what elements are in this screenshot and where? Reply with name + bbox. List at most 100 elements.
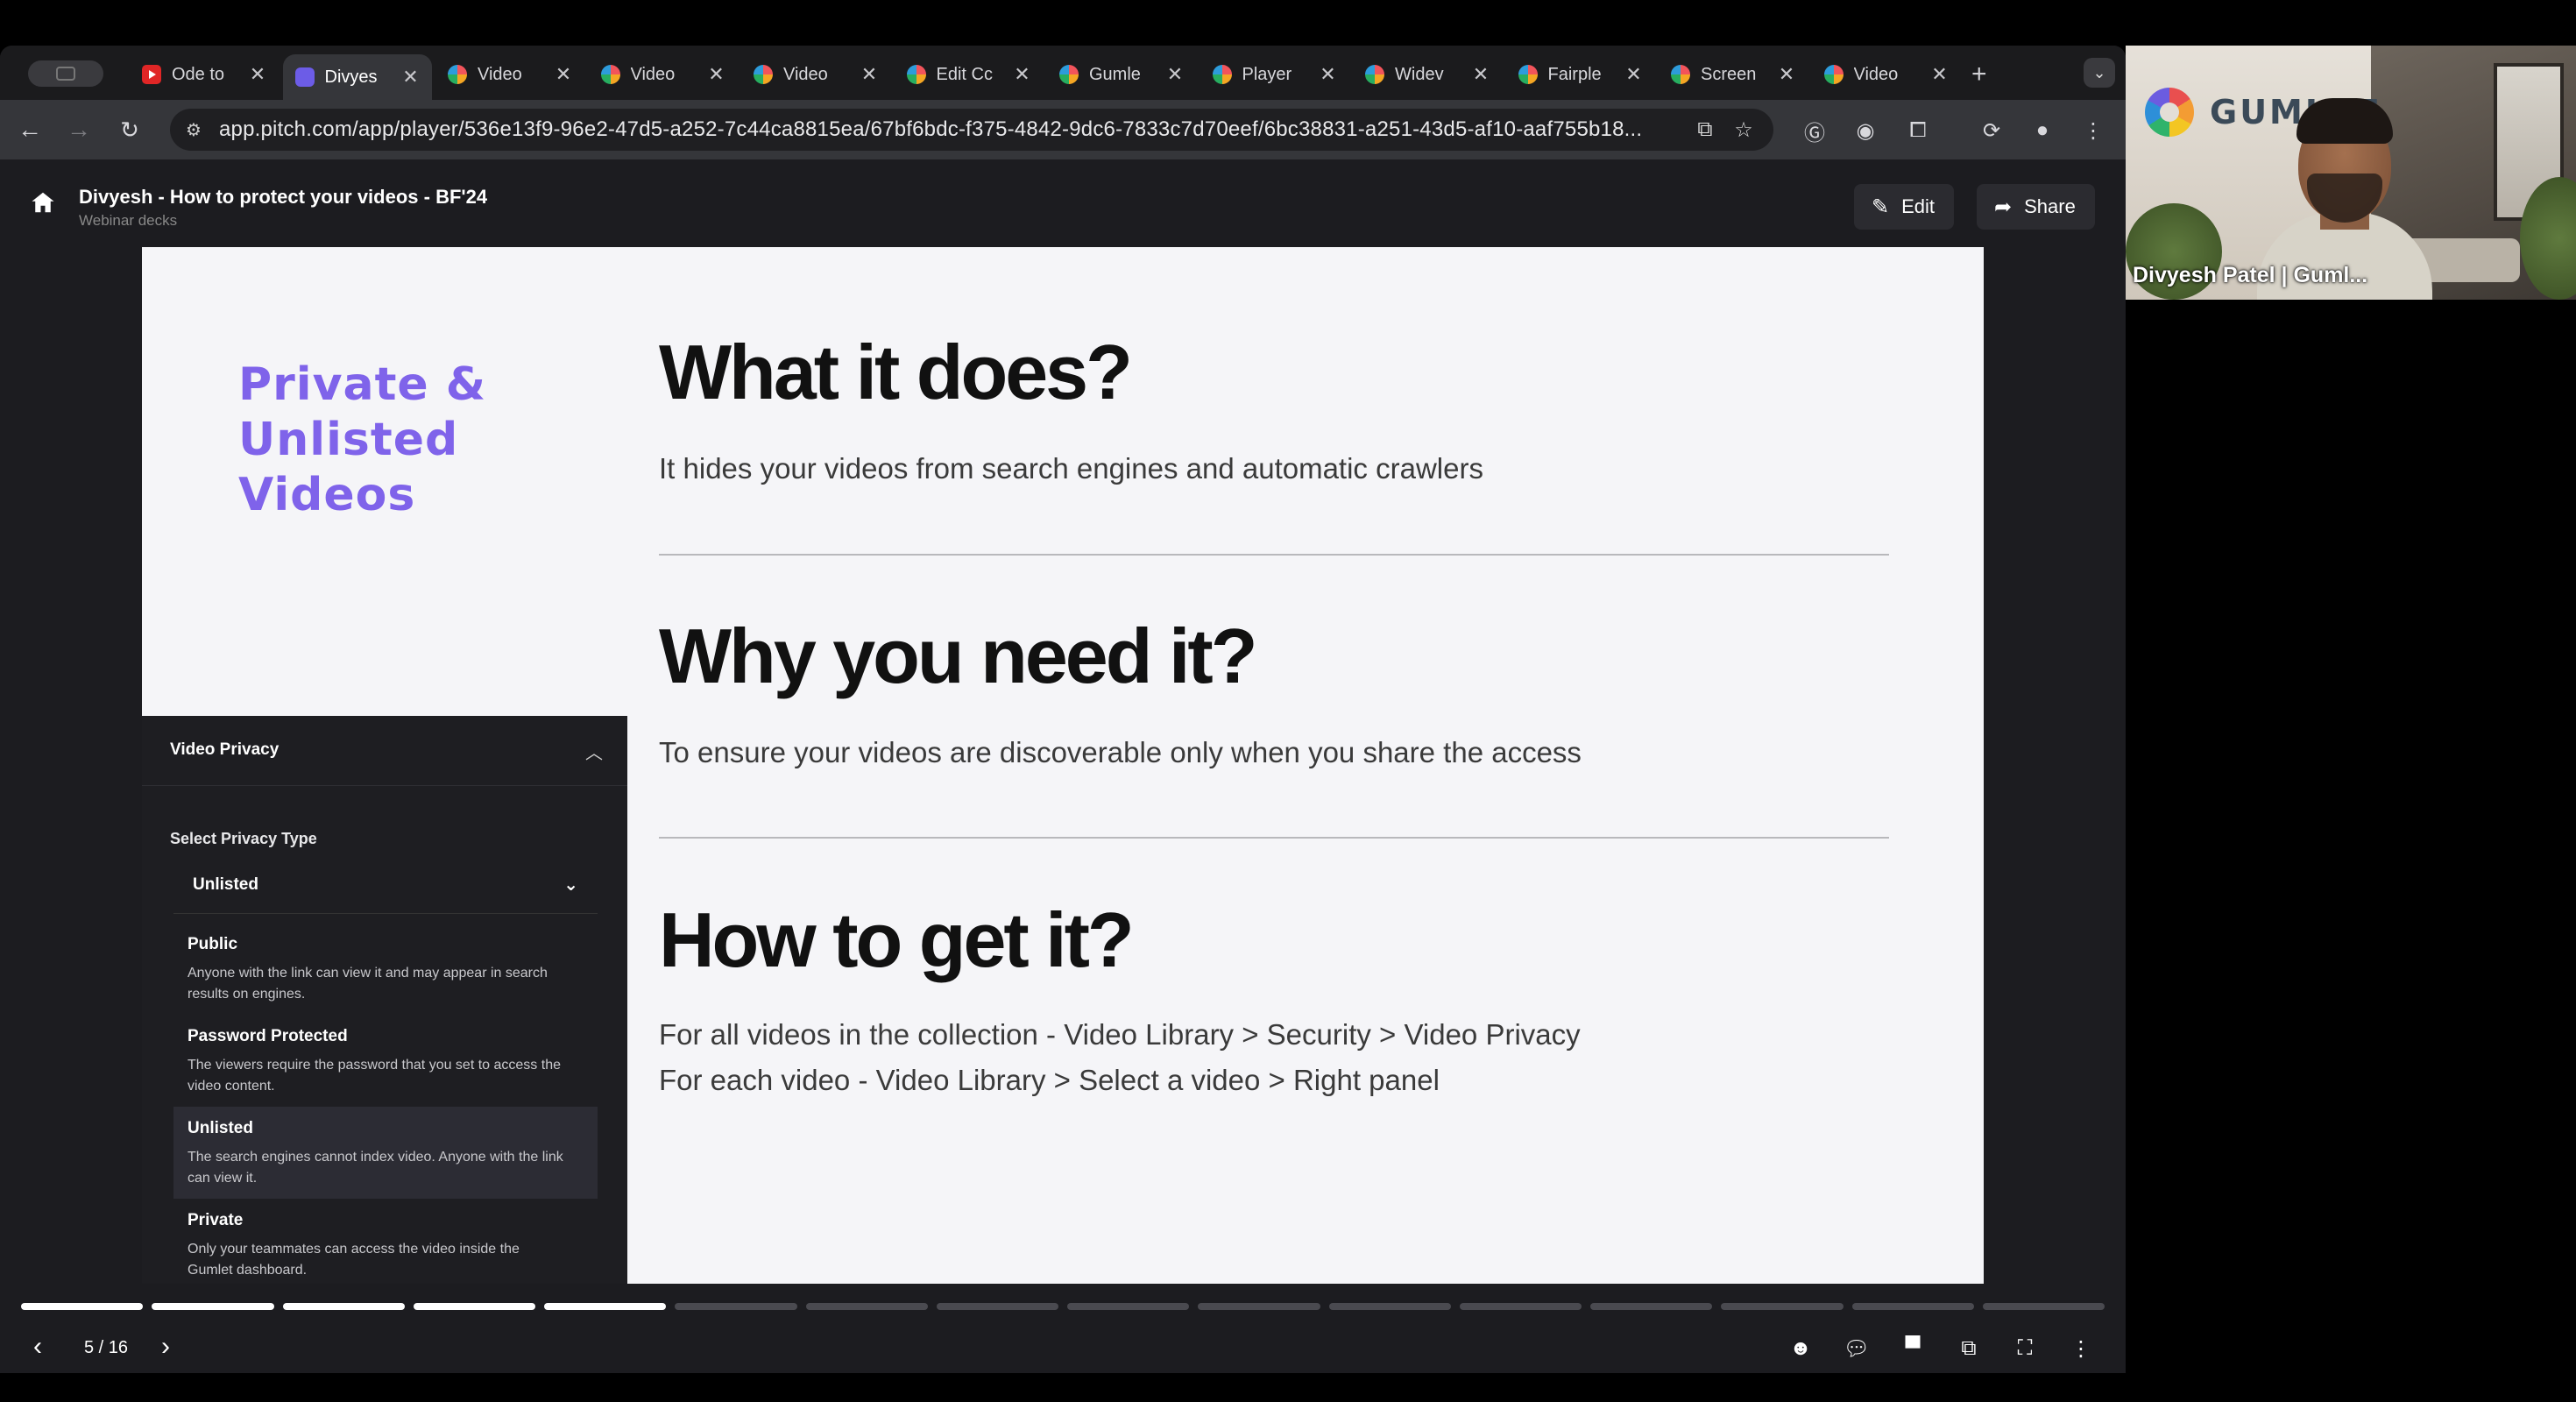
bookmark-star-icon[interactable]: ☆	[1731, 117, 1756, 142]
close-tab-icon[interactable]: ✕	[1931, 63, 1949, 86]
privacy-option-name: Public	[188, 935, 238, 953]
back-button[interactable]: ←	[14, 114, 46, 145]
browser-menu-icon[interactable]: ⋮	[2078, 116, 2108, 145]
edit-button[interactable]: ✎ Edit	[1854, 184, 1955, 230]
grammarly-extension-icon[interactable]: Ⓖ	[1800, 116, 1829, 145]
fullscreen-icon[interactable]: ⛶	[2010, 1334, 2040, 1363]
browser-tab[interactable]: Edit Cc ✕	[895, 54, 1044, 95]
browser-tab[interactable]: Divyes ✕	[282, 54, 432, 100]
browser-tab[interactable]: Video ✕	[435, 54, 584, 95]
progress-segment[interactable]	[1198, 1303, 1320, 1310]
forward-button[interactable]: →	[63, 114, 95, 145]
progress-segment[interactable]	[21, 1303, 144, 1310]
pitch-favicon-icon	[294, 67, 315, 87]
window-icon	[56, 67, 75, 81]
progress-segment[interactable]	[152, 1303, 274, 1310]
comment-icon[interactable]: 💬︎	[1842, 1334, 1872, 1363]
presenter-notes-icon[interactable]: ▀	[1898, 1334, 1928, 1363]
profile-avatar-icon[interactable]: ●	[2028, 116, 2057, 145]
browser-tab[interactable]: Screen ✕	[1659, 54, 1808, 95]
browser-tab-title: Video	[783, 64, 828, 84]
extensions-puzzle-icon[interactable]: ⧠	[1903, 116, 1933, 145]
close-tab-icon[interactable]: ✕	[402, 66, 420, 89]
gumlet-favicon-icon	[906, 65, 926, 84]
progress-segment[interactable]	[544, 1303, 667, 1310]
extension-icon[interactable]: ◉	[1851, 116, 1880, 145]
history-sync-icon[interactable]: ⟳	[1977, 116, 2006, 145]
previous-slide-button[interactable]: ‹	[33, 1332, 42, 1362]
progress-segment[interactable]	[413, 1303, 535, 1310]
slide-progress-bar[interactable]	[21, 1303, 2105, 1310]
new-tab-button[interactable]: +	[1971, 60, 1987, 89]
chevron-down-icon: ⌄	[563, 875, 578, 895]
reload-button[interactable]: ↻	[114, 114, 145, 145]
gumlet-favicon-icon	[754, 65, 773, 84]
progress-segment[interactable]	[936, 1303, 1058, 1310]
close-tab-icon[interactable]: ✕	[249, 63, 266, 86]
privacy-type-select: Unlisted ⌄	[173, 856, 598, 914]
close-tab-icon[interactable]: ✕	[555, 63, 572, 86]
section-heading-how: How to get it?	[659, 896, 1135, 983]
close-tab-icon[interactable]: ✕	[1320, 63, 1337, 86]
gumlet-favicon-icon	[448, 65, 467, 84]
browser-tab[interactable]: Fairple ✕	[1506, 54, 1655, 95]
browser-tab[interactable]: Ode to ✕	[130, 54, 279, 95]
browser-tab-title: Screen	[1701, 64, 1757, 84]
picture-in-picture-icon[interactable]: ⧉	[1954, 1334, 1984, 1363]
next-slide-button[interactable]: ›	[161, 1332, 170, 1362]
install-app-icon[interactable]: ⧉	[1693, 117, 1717, 142]
browser-tab[interactable]: Gumle ✕	[1047, 54, 1196, 95]
privacy-option-description: Only your teammates can access the video…	[188, 1242, 520, 1278]
close-tab-icon[interactable]: ✕	[1472, 63, 1490, 86]
deck-workspace[interactable]: Webinar decks	[79, 212, 177, 230]
progress-segment[interactable]	[1328, 1303, 1451, 1310]
privacy-option: Private Only your teammates can access th…	[173, 1199, 598, 1284]
privacy-panel-title: Video Privacy	[170, 740, 280, 759]
chevron-left-icon: ‹	[33, 1332, 42, 1361]
browser-tab-title: Video	[1853, 64, 1899, 84]
gumlet-favicon-icon	[1212, 65, 1232, 84]
close-tab-icon[interactable]: ✕	[708, 63, 725, 86]
reaction-emoji-icon[interactable]: ☻	[1786, 1334, 1815, 1363]
address-bar[interactable]: ⚙ app.pitch.com/app/player/536e13f9-96e2…	[170, 109, 1773, 151]
close-tab-icon[interactable]: ✕	[860, 63, 878, 86]
forward-arrow-icon: →	[67, 116, 91, 143]
browser-tab-title: Divyes	[324, 67, 378, 87]
gumlet-favicon-icon	[1059, 65, 1079, 84]
tab-search-button[interactable]: ⌄	[2084, 58, 2115, 88]
close-tab-icon[interactable]: ✕	[1625, 63, 1643, 86]
share-button[interactable]: ➦ Share	[1977, 184, 2095, 230]
close-tab-icon[interactable]: ✕	[1014, 63, 1031, 86]
more-options-icon[interactable]: ⋮	[2066, 1334, 2096, 1363]
reload-icon: ↻	[120, 116, 139, 143]
close-tab-icon[interactable]: ✕	[1166, 63, 1184, 86]
chevron-right-icon: ›	[161, 1332, 170, 1361]
progress-segment[interactable]	[1590, 1303, 1713, 1310]
progress-segment[interactable]	[805, 1303, 928, 1310]
home-icon[interactable]	[30, 189, 56, 216]
chevron-up-icon: ︿	[585, 744, 603, 763]
browser-tab[interactable]: Widev ✕	[1353, 54, 1502, 95]
section-heading-why: Why you need it?	[659, 612, 1257, 699]
browser-tab[interactable]: Player ✕	[1200, 54, 1349, 95]
profile-pill[interactable]	[28, 60, 103, 87]
slide-side-title: Private & Unlisted Videos	[238, 358, 487, 521]
browser-tab[interactable]: Video ✕	[741, 54, 890, 95]
progress-segment[interactable]	[1721, 1303, 1844, 1310]
progress-segment[interactable]	[1982, 1303, 2105, 1310]
gumlet-favicon-icon	[1365, 65, 1384, 84]
progress-segment[interactable]	[282, 1303, 405, 1310]
progress-segment[interactable]	[1067, 1303, 1190, 1310]
page-indicator: 5 / 16	[84, 1338, 129, 1357]
browser-tab[interactable]: Video ✕	[1812, 54, 1961, 95]
youtube-favicon-icon	[142, 65, 161, 84]
progress-segment[interactable]	[1851, 1303, 1974, 1310]
progress-segment[interactable]	[1459, 1303, 1582, 1310]
browser-tab[interactable]: Video ✕	[589, 54, 738, 95]
close-tab-icon[interactable]: ✕	[1778, 63, 1795, 86]
url-text[interactable]: app.pitch.com/app/player/536e13f9-96e2-4…	[219, 117, 1691, 142]
progress-segment[interactable]	[675, 1303, 797, 1310]
site-settings-icon[interactable]: ⚙	[186, 119, 207, 140]
section-divider	[659, 554, 1889, 556]
browser-tab-title: Ode to	[172, 64, 225, 84]
